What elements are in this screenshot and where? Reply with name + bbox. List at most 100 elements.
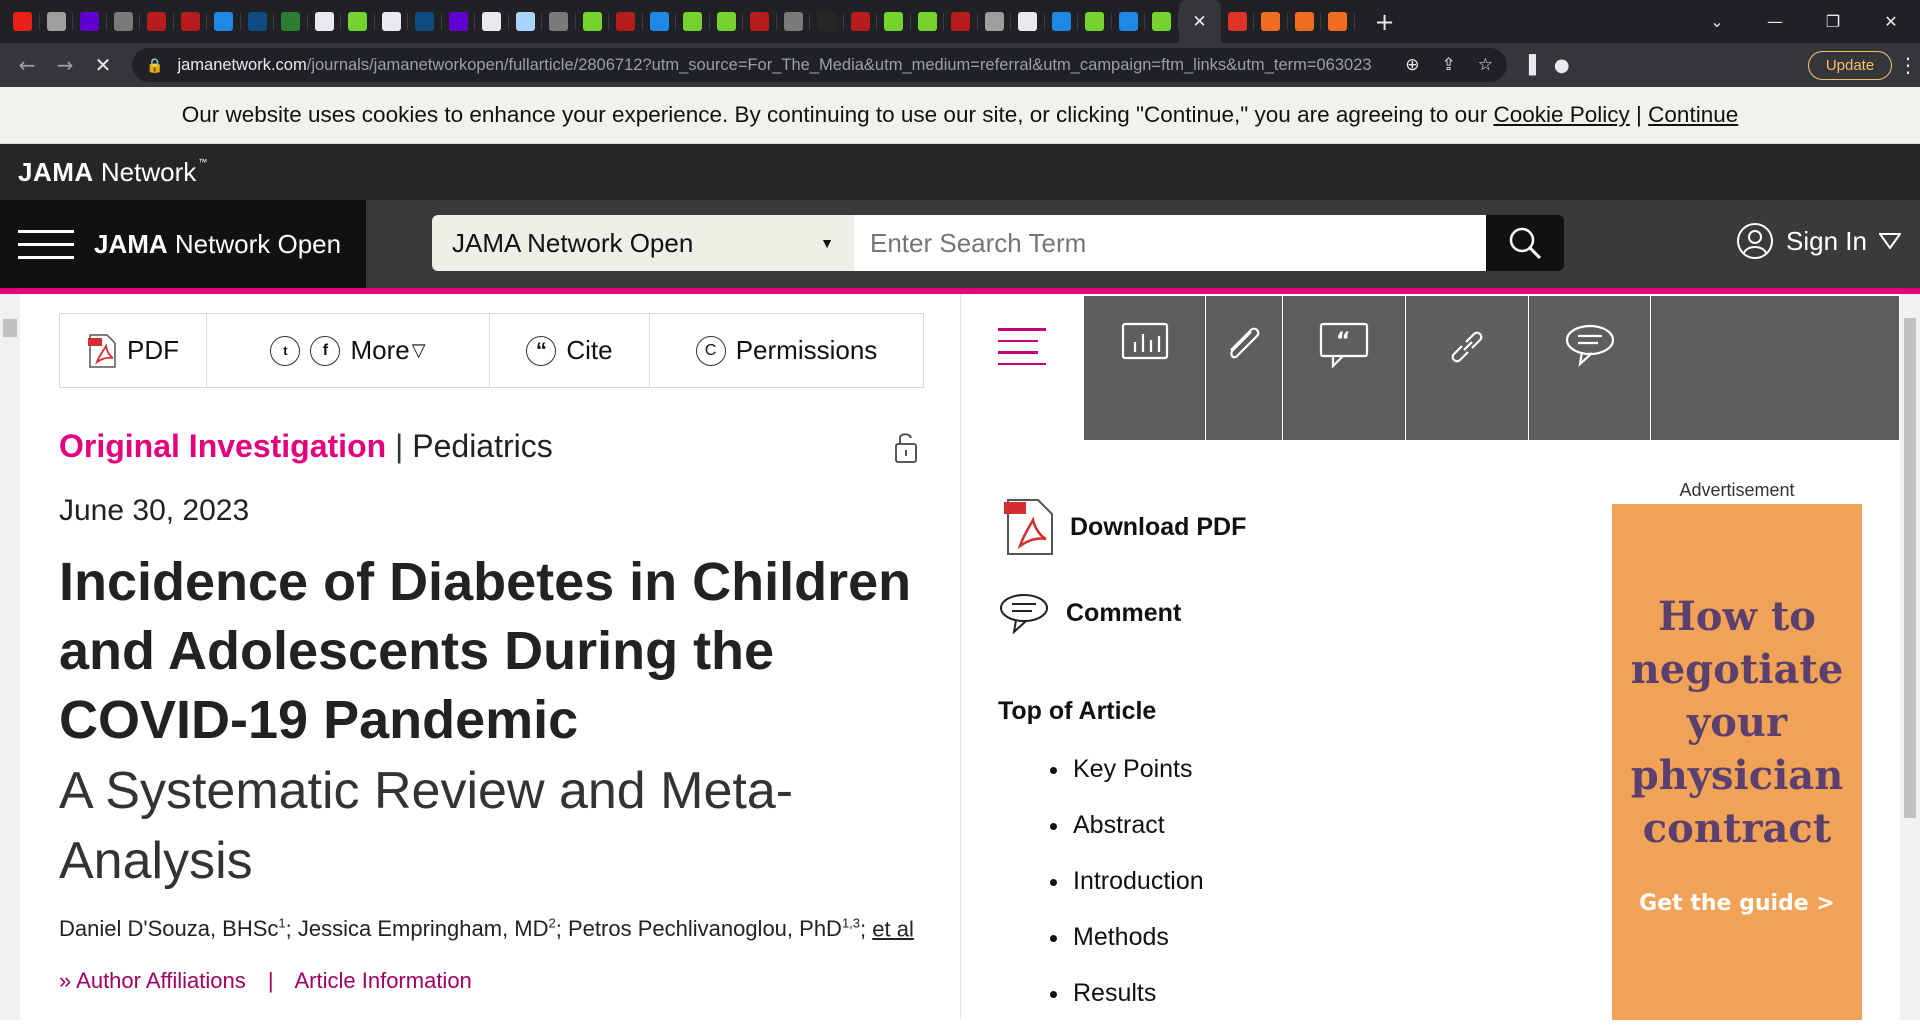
- browser-tab[interactable]: [676, 0, 710, 43]
- tab-cite[interactable]: “: [1283, 296, 1406, 440]
- author-3[interactable]: Petros Pechlivanoglou, PhD1,3: [568, 916, 860, 941]
- back-button[interactable]: ←: [8, 53, 46, 77]
- toc-item-introduction[interactable]: Introduction: [1050, 867, 1204, 923]
- tab-related[interactable]: [1406, 296, 1529, 440]
- browser-tab[interactable]: [308, 0, 342, 43]
- browser-tab[interactable]: [710, 0, 744, 43]
- browser-tab[interactable]: [6, 0, 40, 43]
- ad-cta-link[interactable]: Get the guide >: [1612, 891, 1862, 916]
- browser-tab[interactable]: [911, 0, 945, 43]
- browser-tab[interactable]: [1288, 0, 1322, 43]
- browser-tab-active[interactable]: ✕: [1178, 0, 1221, 43]
- pdf-file-icon: [1004, 499, 1053, 555]
- subject-link[interactable]: Pediatrics: [412, 428, 553, 464]
- browser-tab[interactable]: [810, 0, 844, 43]
- browser-tab[interactable]: [777, 0, 811, 43]
- toc-item-abstract[interactable]: Abstract: [1050, 811, 1204, 867]
- twitter-icon[interactable]: t: [270, 335, 301, 366]
- browser-tab[interactable]: [341, 0, 375, 43]
- stop-loading-button[interactable]: ✕: [84, 53, 122, 77]
- browser-tab[interactable]: [1112, 0, 1146, 43]
- side-panel-icon[interactable]: ▐: [1522, 55, 1536, 76]
- browser-tab[interactable]: [609, 0, 643, 43]
- browser-tab[interactable]: [241, 0, 275, 43]
- article-information-link[interactable]: Article Information: [295, 968, 472, 993]
- lock-icon[interactable]: 🔒: [146, 57, 163, 74]
- pdf-button[interactable]: PDF: [60, 314, 207, 387]
- close-tab-icon[interactable]: ✕: [1192, 12, 1206, 32]
- page-scrollbar[interactable]: [1900, 294, 1920, 1020]
- browser-tab[interactable]: [844, 0, 878, 43]
- browser-tab[interactable]: [576, 0, 610, 43]
- facebook-icon[interactable]: f: [310, 335, 341, 366]
- cite-button[interactable]: “ Cite: [490, 314, 650, 387]
- browser-tab[interactable]: [107, 0, 141, 43]
- new-tab-button[interactable]: +: [1371, 8, 1399, 36]
- sign-in-button[interactable]: Sign In: [1736, 222, 1901, 260]
- browser-tab[interactable]: [978, 0, 1012, 43]
- cookie-policy-link[interactable]: Cookie Policy: [1493, 102, 1629, 128]
- author-2[interactable]: Jessica Empringham, MD2: [298, 916, 556, 941]
- browser-tab[interactable]: [877, 0, 911, 43]
- journal-logo[interactable]: JAMA Network Open: [94, 229, 341, 260]
- browser-tab[interactable]: [408, 0, 442, 43]
- search-button[interactable]: [1486, 215, 1564, 271]
- browser-tab[interactable]: [1011, 0, 1045, 43]
- browser-tab[interactable]: [1221, 0, 1255, 43]
- profile-icon[interactable]: ●: [1554, 55, 1570, 76]
- cookie-continue-link[interactable]: Continue: [1648, 102, 1738, 128]
- tab-supplement[interactable]: [1206, 296, 1283, 440]
- browser-tab[interactable]: [475, 0, 509, 43]
- toc-item-key-points[interactable]: Key Points: [1050, 755, 1204, 811]
- category-link[interactable]: Original Investigation: [59, 428, 386, 464]
- browser-tab[interactable]: [1078, 0, 1112, 43]
- forward-button[interactable]: →: [46, 53, 84, 77]
- toc-item-results[interactable]: Results: [1050, 979, 1204, 1035]
- browser-tab[interactable]: [1254, 0, 1288, 43]
- advertisement-banner[interactable]: How to negotiate your physician contract…: [1612, 504, 1862, 1020]
- browser-tab[interactable]: [40, 0, 74, 43]
- search-input[interactable]: [854, 215, 1486, 271]
- browser-tab[interactable]: [207, 0, 241, 43]
- hamburger-menu-icon[interactable]: [18, 220, 74, 269]
- comment-link[interactable]: Comment: [998, 592, 1181, 634]
- download-pdf-link[interactable]: Download PDF: [1002, 498, 1246, 556]
- browser-tab[interactable]: [1321, 0, 1355, 43]
- address-bar[interactable]: 🔒 jamanetwork.com/journals/jamanetworkop…: [132, 48, 1507, 82]
- toc-item-methods[interactable]: Methods: [1050, 923, 1204, 979]
- browser-tab[interactable]: [1145, 0, 1179, 43]
- browser-tab[interactable]: [542, 0, 576, 43]
- share-icon[interactable]: ⇪: [1442, 55, 1456, 75]
- browser-tab[interactable]: [375, 0, 409, 43]
- browser-tab[interactable]: [743, 0, 777, 43]
- close-window-button[interactable]: ✕: [1862, 12, 1920, 31]
- browser-tab[interactable]: [174, 0, 208, 43]
- browser-tab[interactable]: [140, 0, 174, 43]
- left-scrollbar[interactable]: [0, 294, 20, 1020]
- zoom-icon[interactable]: ⊕: [1405, 55, 1419, 75]
- search-scope-select[interactable]: JAMA Network Open ▼: [432, 215, 854, 271]
- author-1[interactable]: Daniel D'Souza, BHSc1: [59, 916, 286, 941]
- browser-tab[interactable]: [274, 0, 308, 43]
- browser-tab[interactable]: [509, 0, 543, 43]
- permissions-button[interactable]: C Permissions: [650, 314, 923, 387]
- restore-button[interactable]: ❐: [1804, 12, 1862, 31]
- tab-figures[interactable]: [1084, 296, 1206, 440]
- update-button[interactable]: Update: [1808, 51, 1892, 80]
- browser-menu-icon[interactable]: ⋮: [1898, 53, 1918, 77]
- toc-menu-icon[interactable]: [998, 328, 1046, 374]
- browser-tab[interactable]: [944, 0, 978, 43]
- browser-tab[interactable]: [643, 0, 677, 43]
- jama-network-logo[interactable]: JAMA Network ™: [18, 157, 207, 188]
- tab-comments[interactable]: [1529, 296, 1651, 440]
- author-affiliations-link[interactable]: Author Affiliations: [76, 968, 246, 993]
- share-more-button[interactable]: t f More ▽: [207, 314, 490, 387]
- minimize-button[interactable]: —: [1746, 12, 1804, 31]
- browser-tab[interactable]: [442, 0, 476, 43]
- bookmark-star-icon[interactable]: ☆: [1478, 55, 1493, 75]
- browser-tab[interactable]: [73, 0, 107, 43]
- browser-tab[interactable]: [1045, 0, 1079, 43]
- toc-title[interactable]: Top of Article: [998, 697, 1156, 726]
- tab-search-icon[interactable]: ⌄: [1688, 12, 1746, 31]
- et-al-link[interactable]: et al: [872, 916, 914, 941]
